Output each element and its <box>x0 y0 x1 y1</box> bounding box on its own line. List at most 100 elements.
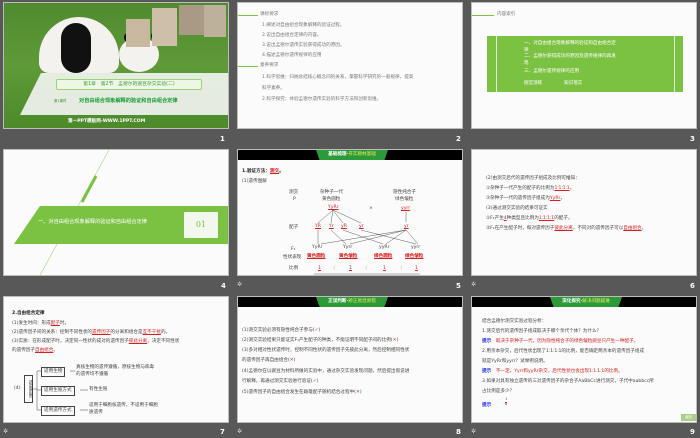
slide-number: 3 <box>690 135 695 143</box>
index-item[interactable]: 知识落实 <box>564 81 582 87</box>
text-line: 4.描述孟德尔遗传规律的应用 <box>262 53 322 58</box>
slide-thumbnail-4[interactable]: 一、对自由组合现象解释的验证和自由组合定律 01 <box>3 149 229 276</box>
judgement-item: (5)遗传因子的自由组合发生在雌雄配子随机结合过程中(✕) <box>242 390 362 395</box>
diagram-label: 测交 <box>289 190 299 195</box>
slide-number: 1 <box>220 135 225 143</box>
text-line: 2.科学探究：体验孟德尔遗传实验的科学方法和创新思维。 <box>262 97 382 102</box>
diagram-label: F₁ <box>291 247 296 252</box>
gamete: YR <box>315 224 321 229</box>
index-item[interactable]: 三、孟德尔遗传规律的应用 <box>524 69 579 75</box>
index-item[interactable]: 律 <box>524 48 529 54</box>
phenotype: 绿色圆粒 <box>374 254 393 259</box>
diagram-label: 黄色圆粒 <box>322 197 341 202</box>
ratio-value: 1 <box>318 266 321 271</box>
ratio-value: 1 <box>415 266 418 271</box>
phenotype: 绿色皱粒 <box>405 254 424 259</box>
diagram-label: 配子 <box>289 225 299 230</box>
diagram-label: 杂种子一代 <box>320 190 343 195</box>
text-line: ②F₁在产生配子时，每对遗传因子彼此分离，不同对的遗传因子可以自由组合。 <box>486 226 647 231</box>
text-line: 3.说出孟德尔遗传实验获得成功的原因。 <box>262 43 345 48</box>
genotype: yyrr <box>401 206 411 211</box>
slide-thumbnail-1[interactable]: 第1章 第2节 孟德尔的豌豆杂交实验(二) 第1课时 对自由组合现象解释的验证和… <box>3 2 229 129</box>
branch-value: 有性生殖 <box>89 387 108 392</box>
branch-value: 真核生物的遗传遵循，原核生物与病毒 <box>76 365 155 370</box>
judgement-item: 的遗传因子再自由组合(✕) <box>242 358 296 363</box>
offspring-genotype: Yyrr <box>343 245 353 250</box>
index-item[interactable]: 现 <box>524 61 529 67</box>
panda-photo <box>39 17 161 73</box>
branch-value: 质遗传 <box>89 410 103 415</box>
animation-icon[interactable]: ✲ <box>237 281 242 288</box>
ratio-value: 1 <box>383 266 386 271</box>
cross-symbol: × <box>369 206 373 211</box>
slide-thumbnail-3[interactable]: 内容索引 一、对自由组合现象解释的验证和自由组合定 律 二、孟德尔获得成功的原因… <box>471 2 697 129</box>
branch-key: 适用生殖方式 <box>41 386 75 396</box>
ratio-sep: ： <box>365 266 370 271</box>
branch-value: 的遗传均不遵循 <box>76 372 109 377</box>
diagram-label: P <box>293 197 296 202</box>
judgement-item: (4)孟德尔在以豌豆为材料所做的实验中，通过杂交实验发现问题，然后提出假说进 <box>242 369 410 374</box>
slide-thumbnail-5[interactable]: 基础梳理·夯实教材基础 1.验证方法：测交。 (1)遗传图解 测交 P 杂种子一… <box>237 149 463 276</box>
ratio-sep: ： <box>400 266 405 271</box>
header-tab: 深化探究·解决问题疑难 <box>550 297 622 307</box>
index-item[interactable]: 随堂演练 <box>524 81 542 87</box>
answer: 提示 不一定。Yyrr和yyRr杂交，后代性状也会出现1∶1∶1∶1的比例。 <box>482 369 623 374</box>
slide-number: 5 <box>456 282 461 290</box>
text-line: (2)由测交后代的遗传因子组成及比例可推知： <box>486 176 580 181</box>
answer: 提示 取决于杂种子一代，因为隐性纯合子的绿色皱粒豌豆只产生一种配子。 <box>482 339 639 344</box>
diagram-label: 性状表现 <box>283 255 302 260</box>
text-line: 科学素养。 <box>262 86 285 91</box>
judgement-item: (3)多对相对性状遗传时，控制不同性状的遗传因子先彼此分离，然后控制相同性状 <box>242 348 410 353</box>
ratio-value: 1 <box>349 266 352 271</box>
ratio-sep: ： <box>333 266 338 271</box>
phenotype: 黄色圆粒 <box>307 254 326 259</box>
chapter-title: 第1章 第2节 孟德尔的豌豆杂交实验(二) <box>56 79 202 90</box>
branch-value: 适用于细胞核遗传，不适用于细胞 <box>89 403 158 408</box>
branch-key: 适用生物 <box>41 367 66 377</box>
lesson-tag: 第1课时 <box>54 99 67 103</box>
question: 1.测交后代的遗传因子组成取决于哪个亲代个体？为什么？ <box>482 329 602 334</box>
animation-icon[interactable]: ✲ <box>3 428 8 435</box>
index-item[interactable]: 一、对自由组合现象解释的验证和自由组合定 <box>524 41 616 47</box>
diagram-label: 隐性纯合子 <box>393 190 416 195</box>
index-title: 内容索引 <box>497 12 516 17</box>
section-title: 课标要求 <box>260 12 279 17</box>
gamete: yr <box>404 224 409 229</box>
judgement-item: 行解释，再通过测交实验进行验证(✓) <box>242 379 319 384</box>
phenotype: 黄色皱粒 <box>339 254 358 259</box>
back-button[interactable]: 返回 <box>681 414 696 421</box>
slide-thumbnail-8[interactable]: 正误判断·矫正易混易错 (1)测交实验必须有隐性纯合子参与(✓) (2)测交实验… <box>237 296 463 423</box>
slide-number: 2 <box>456 135 461 143</box>
branch-key: 适用遗传方式 <box>41 406 75 416</box>
slide-number: 4 <box>221 282 226 290</box>
animation-icon[interactable]: ✲ <box>471 428 476 435</box>
slide-thumbnail-7[interactable]: 2.自由组合定律 (1)发生时间：形成配子时。 (2)遗传因子间的关系：控制不同… <box>3 296 229 423</box>
answer-fraction: 1 8 <box>505 397 508 406</box>
slide-thumbnail-6[interactable]: (2)由测交后代的遗传因子组成及比例可推知： ①杂种子一代产生的配子的比例为1∶… <box>471 149 697 276</box>
gamete: yR <box>341 224 347 229</box>
section-marker <box>238 15 258 16</box>
judgement-item: (2)测交实验结果只能证实F₁产生配子的种类，不能证明不同配子间的比例(✕) <box>242 338 399 343</box>
judgement-item: (1)测交实验必须有隐性纯合子参与(✓) <box>242 328 321 333</box>
offspring-genotype: YyRr <box>312 245 323 250</box>
animation-icon[interactable]: ✲ <box>471 281 476 288</box>
slide-number: 9 <box>690 428 695 436</box>
text-line: ①F₁产生4种类型且比例为1∶1∶1∶1的配子。 <box>486 216 573 221</box>
question: 就是YyRr和yyrr？试举例说明。 <box>482 359 548 364</box>
diagram-label: 绿色皱粒 <box>395 197 414 202</box>
lesson-subtitle: 对自由组合现象解释的验证和自由组合定律 <box>79 98 178 104</box>
index-item[interactable]: 二、孟德尔获得成功的原因及遗传规律的再发 <box>524 54 616 60</box>
diagram-label: 比例 <box>289 266 299 271</box>
question: 占比例是多少？ <box>482 389 515 394</box>
offspring-genotype: yyRr <box>379 245 390 250</box>
animation-icon[interactable]: ✲ <box>237 428 242 435</box>
question: 3.如果对具有独立遗传的三对遗传因子的杂合子AaBbCc进行测交，子代中aabb… <box>482 379 654 384</box>
slide-thumbnail-9[interactable]: 深化探究·解决问题疑难 结合孟德尔测交实验过程分析： 1.测交后代的遗传因子组成… <box>471 296 697 423</box>
slide-thumbnail-2[interactable]: 课标要求 1.阐述对自由组合现象解释的验证过程。 2.说出自由组合定律的内容。 … <box>237 2 463 129</box>
gamete: yr <box>359 224 364 229</box>
section-number-box: 01 <box>184 212 218 238</box>
genotype: YyRr <box>328 205 339 210</box>
slide-number: 7 <box>220 428 225 436</box>
text-line: ②杂种子一代的遗传因子组成为YyRr。 <box>486 196 566 201</box>
gamete: Yr <box>329 224 334 229</box>
